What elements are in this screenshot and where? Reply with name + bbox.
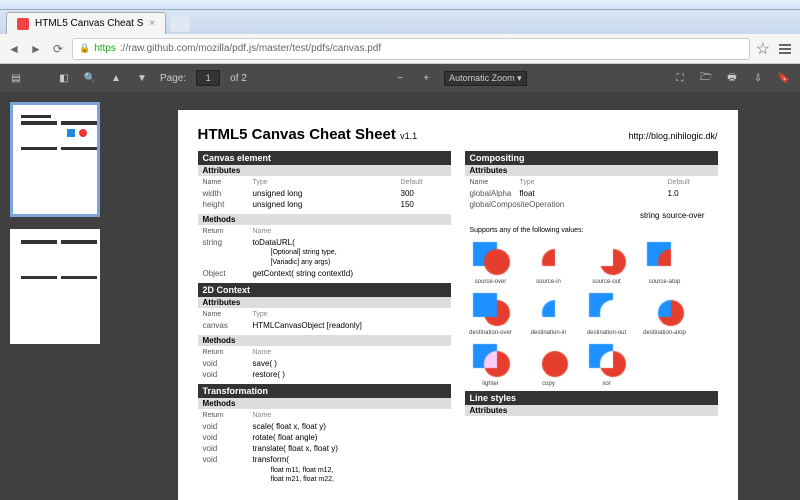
composite-icon [527, 342, 571, 378]
subhead-attributes: Attributes [198, 165, 451, 176]
search-icon[interactable]: 🔍 [82, 70, 98, 86]
right-column: Compositing Attributes NameTypeDefault g… [465, 151, 718, 489]
composite-label: source-out [583, 279, 631, 285]
zoom-out-icon[interactable]: − [392, 70, 408, 86]
download-icon[interactable]: ⇩ [750, 70, 766, 86]
tab-bar: HTML5 Canvas Cheat S × [0, 10, 800, 34]
panel-toggle-icon[interactable]: ◧ [56, 70, 72, 86]
section-transformation: Transformation [198, 384, 451, 398]
zoom-select[interactable]: Automatic Zoom ▾ [444, 71, 527, 86]
composite-icon [643, 291, 687, 327]
tab-title: HTML5 Canvas Cheat S [35, 18, 143, 29]
composite-label: destination-over [467, 330, 515, 336]
pdf-content: HTML5 Canvas Cheat Sheet v1.1 http://blo… [0, 92, 800, 500]
page-total: of 2 [230, 73, 247, 84]
doc-title: HTML5 Canvas Cheat Sheet v1.1 [198, 126, 418, 143]
composite-icon [585, 240, 629, 276]
url-path: ://raw.github.com/mozilla/pdf.js/master/… [120, 43, 381, 54]
section-line-styles: Line styles [465, 391, 718, 405]
composite-label: lighter [467, 381, 515, 387]
subhead-methods: Methods [198, 214, 451, 225]
back-button[interactable]: ◄ [6, 41, 22, 57]
composite-note: Supports any of the following values: [465, 225, 718, 236]
new-tab-button[interactable] [170, 16, 190, 32]
composite-source-out: source-out [583, 240, 631, 285]
composite-source-in: source-in [525, 240, 573, 285]
composite-lighter: lighter [467, 342, 515, 387]
composite-label: xor [583, 381, 631, 387]
composite-grid: source-over source-in source-out source-ato… [465, 236, 718, 391]
zoom-in-icon[interactable]: + [418, 70, 434, 86]
next-page-icon[interactable]: ▼ [134, 70, 150, 86]
bookmark-view-icon[interactable]: 🔖 [776, 70, 792, 86]
composite-icon [469, 240, 513, 276]
composite-label: destination-in [525, 330, 573, 336]
section-2d-context: 2D Context [198, 283, 451, 297]
thumbnail-2[interactable] [10, 229, 100, 344]
page-viewport[interactable]: HTML5 Canvas Cheat Sheet v1.1 http://blo… [115, 92, 800, 500]
composite-source-over: source-over [467, 240, 515, 285]
composite-icon [527, 291, 571, 327]
composite-label: source-in [525, 279, 573, 285]
doc-url: http://blog.nihilogic.dk/ [628, 131, 717, 141]
reload-button[interactable]: ⟳ [50, 41, 66, 57]
composite-destination-atop: destination-atop [641, 291, 689, 336]
composite-label: source-atop [641, 279, 689, 285]
menu-button[interactable] [776, 40, 794, 58]
pdf-toolbar: ▤ ◧ 🔍 ▲ ▼ Page: of 2 − + Automatic Zoom … [0, 64, 800, 92]
section-compositing: Compositing [465, 151, 718, 165]
composite-label: destination-atop [641, 330, 689, 336]
open-file-icon[interactable]: 🗁 [698, 70, 714, 86]
browser-tab[interactable]: HTML5 Canvas Cheat S × [6, 12, 166, 34]
composite-label: copy [525, 381, 573, 387]
composite-icon [643, 240, 687, 276]
composite-copy: copy [525, 342, 573, 387]
favicon [17, 18, 29, 30]
composite-label: destination-out [583, 330, 631, 336]
composite-xor: xor [583, 342, 631, 387]
composite-icon [585, 291, 629, 327]
nav-bar: ◄ ► ⟳ 🔒 https ://raw.github.com/mozilla/p… [0, 34, 800, 64]
thumbnail-panel [0, 92, 115, 500]
composite-icon [469, 291, 513, 327]
bookmark-icon[interactable]: ☆ [756, 39, 770, 59]
section-canvas-element: Canvas element [198, 151, 451, 165]
forward-button[interactable]: ► [28, 41, 44, 57]
close-tab-icon[interactable]: × [149, 18, 155, 29]
url-bar[interactable]: 🔒 https ://raw.github.com/mozilla/pdf.js/… [72, 38, 750, 60]
pdf-page: HTML5 Canvas Cheat Sheet v1.1 http://blo… [178, 110, 738, 500]
composite-icon [469, 342, 513, 378]
composite-destination-over: destination-over [467, 291, 515, 336]
composite-destination-in: destination-in [525, 291, 573, 336]
composite-destination-out: destination-out [583, 291, 631, 336]
thumbnail-1[interactable] [10, 102, 100, 217]
page-input[interactable] [196, 70, 220, 86]
composite-icon [527, 240, 571, 276]
window-titlebar [0, 0, 800, 10]
url-scheme: https [94, 43, 116, 54]
left-column: Canvas element Attributes NameTypeDefaul… [198, 151, 451, 489]
composite-source-atop: source-atop [641, 240, 689, 285]
prev-page-icon[interactable]: ▲ [108, 70, 124, 86]
presentation-icon[interactable]: ⛶ [672, 70, 688, 86]
lock-icon: 🔒 [79, 43, 90, 54]
composite-icon [585, 342, 629, 378]
sidebar-toggle-icon[interactable]: ▤ [8, 70, 24, 86]
print-icon[interactable]: 🖶 [724, 70, 740, 86]
composite-label: source-over [467, 279, 515, 285]
page-label: Page: [160, 73, 186, 84]
